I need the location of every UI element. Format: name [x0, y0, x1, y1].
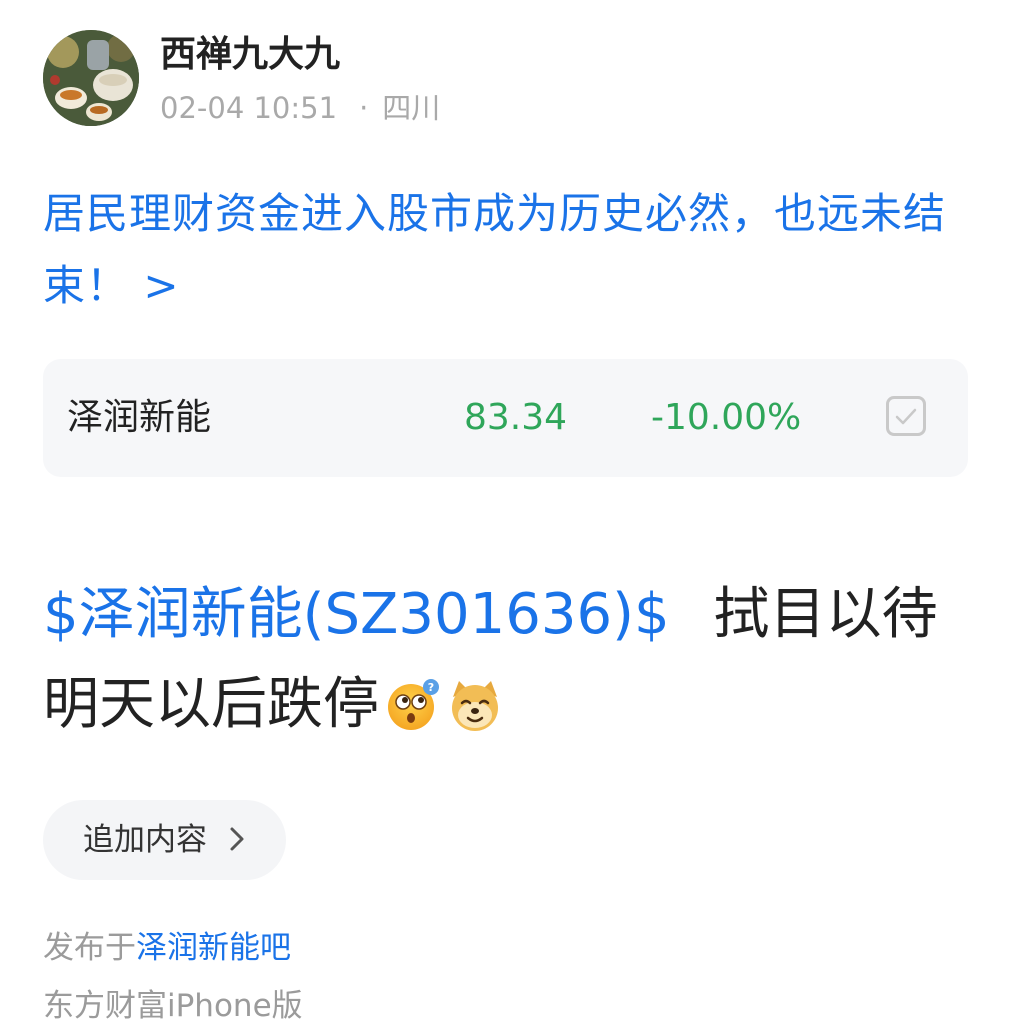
- stock-price: 83.34: [464, 397, 568, 438]
- append-content-button[interactable]: 追加内容: [43, 800, 286, 880]
- svg-text:?: ?: [428, 681, 434, 694]
- stock-tag-link[interactable]: $泽润新能(SZ301636)$: [43, 582, 670, 647]
- published-prefix: 发布于: [43, 930, 136, 966]
- client-source: 东方财富iPhone版: [43, 988, 303, 1024]
- checkmark-icon: [895, 408, 917, 425]
- author-name[interactable]: 西禅九大九: [160, 32, 340, 78]
- post-location: 四川: [382, 91, 441, 125]
- forum-link[interactable]: 泽润新能吧: [136, 930, 291, 966]
- check-icon[interactable]: [886, 396, 926, 436]
- published-in: 发布于泽润新能吧: [43, 926, 291, 970]
- tea-photo-icon: [43, 30, 139, 126]
- post-date: 02-04 10:51: [160, 91, 338, 125]
- chevron-right-icon: [229, 826, 245, 856]
- author-avatar[interactable]: [43, 30, 139, 126]
- stock-change-percent: -10.00%: [651, 397, 802, 438]
- post-meta: 02-04 10:51 · 四川: [160, 88, 440, 128]
- doge-emoji: [447, 670, 503, 731]
- append-content-label: 追加内容: [83, 822, 207, 858]
- thinking-face-emoji: ?: [385, 670, 441, 730]
- headline-link[interactable]: 居民理财资金进入股市成为历史必然，也远未结束！ >: [43, 178, 973, 322]
- stock-quote-card[interactable]: 泽润新能 83.34 -10.00%: [43, 359, 968, 477]
- post-content: $泽润新能(SZ301636)$ 拭目以待明天以后跌停 ?: [43, 570, 983, 750]
- meta-separator: ·: [359, 91, 369, 125]
- stock-name: 泽润新能: [67, 397, 212, 438]
